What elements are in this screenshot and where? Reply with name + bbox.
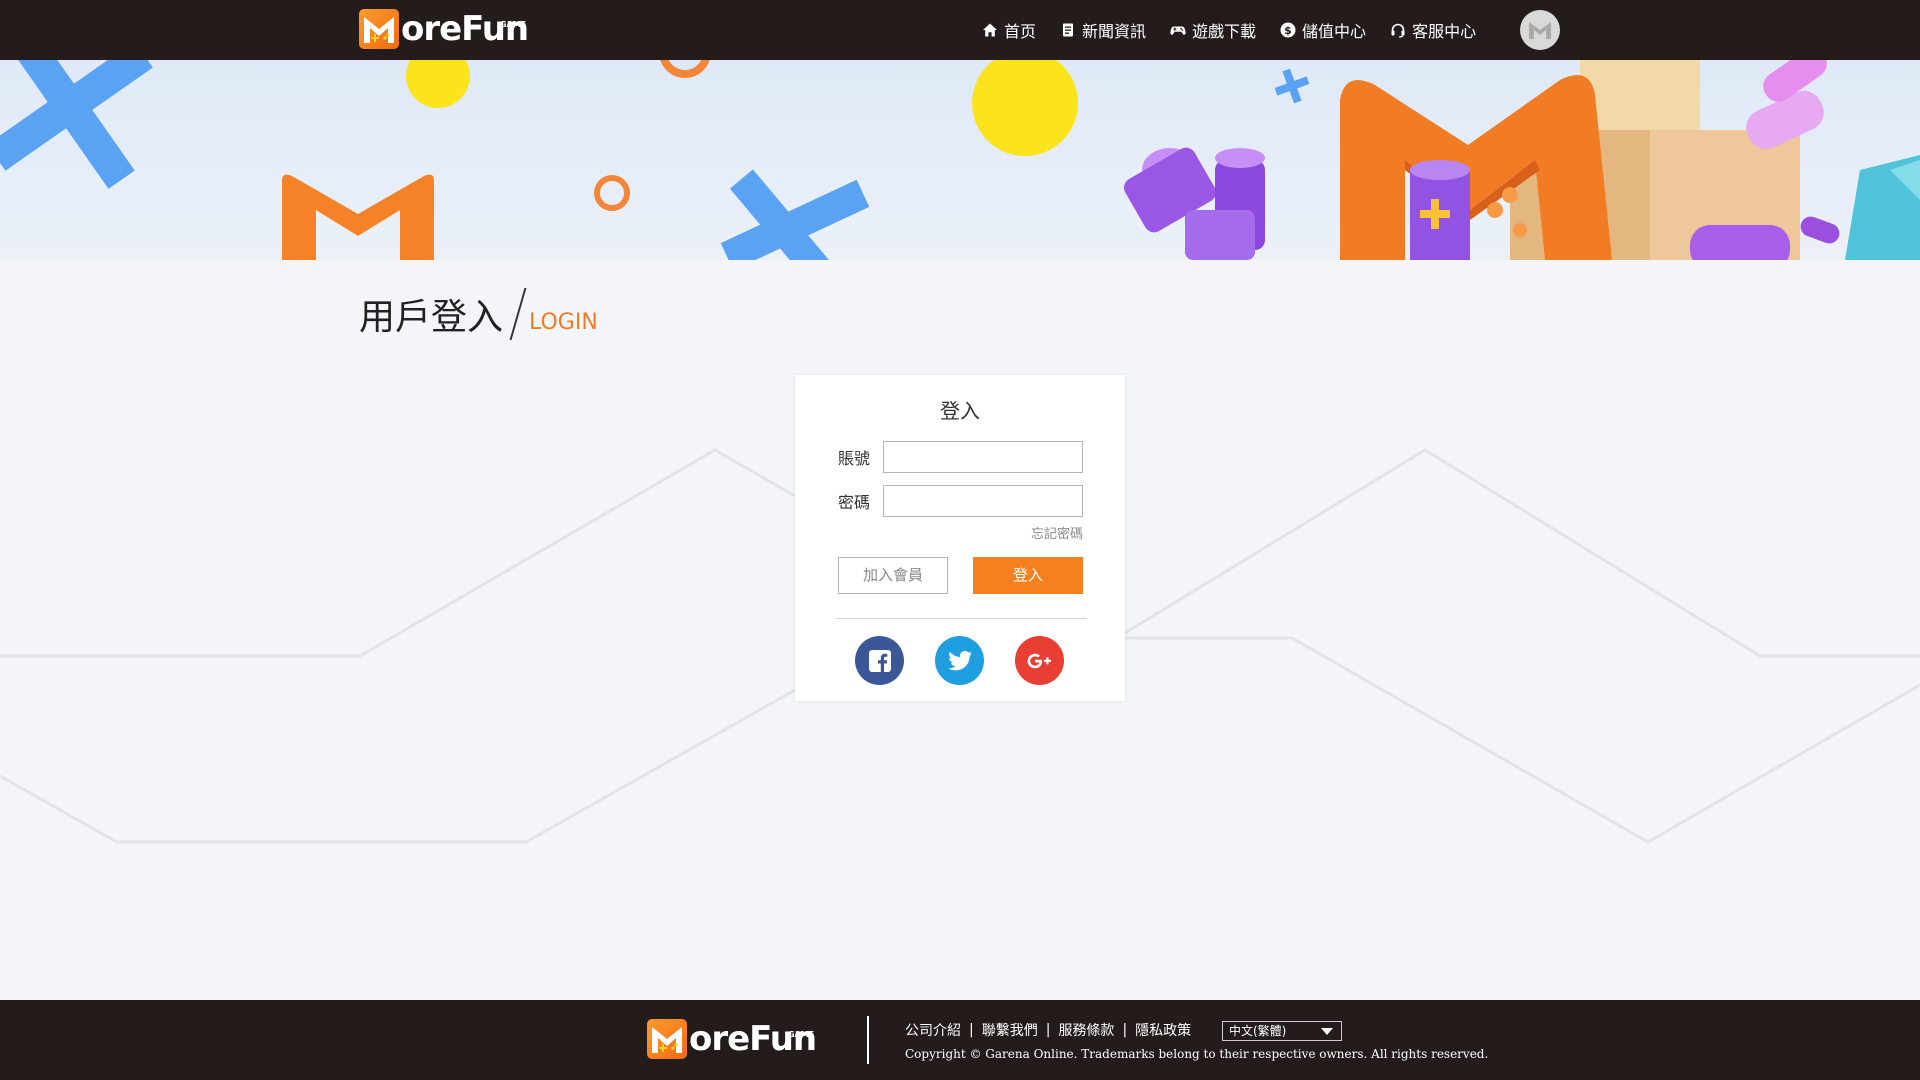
footer-link-divider: | (1122, 1022, 1128, 1038)
nav-news[interactable]: 新聞資訊 (1060, 18, 1146, 42)
page-title: 用戶登入 LOGIN (359, 288, 598, 340)
login-card-title: 登入 (940, 399, 980, 423)
facebook-icon (868, 649, 891, 672)
page-title-zh: 用戶登入 (359, 297, 504, 338)
banner-illustration (0, 60, 1920, 260)
footer-link-divider: | (1045, 1022, 1051, 1038)
footer-link-terms[interactable]: 服務條款 (1058, 1020, 1114, 1040)
nav-top-up[interactable]: $ 儲值中心 (1280, 18, 1366, 42)
nav-support[interactable]: 客服中心 (1390, 18, 1476, 42)
twitter-icon (947, 650, 972, 670)
gamepad-icon (1170, 22, 1186, 38)
chevron-down-icon (1321, 1028, 1333, 1035)
footer-link-privacy[interactable]: 隱私政策 (1135, 1020, 1191, 1040)
main-nav: 首页 新聞資訊 遊戲下載 $ 儲值中心 客服中心 (982, 0, 1500, 60)
language-select[interactable]: 中文(繁體) (1222, 1021, 1342, 1041)
top-header: oreFun GAME 首页 新聞資訊 遊戲下載 $ 儲值中心 客服中心 (0, 0, 1920, 60)
footer-link-divider: | (969, 1022, 974, 1038)
forgot-password-link[interactable]: 忘記密碼 (1031, 523, 1083, 542)
login-card: 登入 賬號 密碼 忘記密碼 加入會員 登入 (795, 375, 1125, 701)
morefun-logo[interactable]: oreFun GAME (359, 8, 529, 50)
login-button[interactable]: 登入 (973, 557, 1083, 594)
nav-home[interactable]: 首页 (982, 18, 1036, 42)
avatar-logo-icon (1529, 22, 1551, 39)
footer-link-about[interactable]: 公司介紹 (905, 1020, 961, 1040)
headset-icon (1390, 22, 1406, 38)
footer-link-contact[interactable]: 聯繫我們 (982, 1020, 1038, 1040)
google-plus-icon (1027, 653, 1051, 668)
language-select-value: 中文(繁體) (1229, 1024, 1287, 1038)
footer-logo[interactable]: oreFun GAME (647, 1019, 817, 1059)
footer-logo-wordmark: oreFun GAME (689, 1019, 817, 1059)
facebook-login-button[interactable] (855, 636, 904, 685)
page-title-en: LOGIN (529, 310, 598, 335)
nav-news-label: 新聞資訊 (1082, 22, 1147, 41)
footer-separator (867, 1016, 869, 1064)
footer: oreFun GAME 公司介紹 | 聯繫我們 | 服務條款 | 隱私政策 中文… (0, 1000, 1920, 1080)
logo-game-label: GAME (499, 20, 527, 29)
card-divider (836, 618, 1086, 619)
footer-logo-game-label: GAME (787, 1030, 815, 1039)
join-member-button[interactable]: 加入會員 (838, 557, 948, 594)
title-divider (509, 288, 527, 340)
user-avatar[interactable] (1520, 10, 1560, 50)
password-input[interactable] (883, 485, 1083, 517)
account-label: 賬號 (838, 449, 871, 468)
google-plus-login-button[interactable] (1015, 636, 1064, 685)
footer-links: 公司介紹 | 聯繫我們 | 服務條款 | 隱私政策 (905, 1020, 1191, 1040)
hero-banner (0, 60, 1920, 260)
footer-logo-m-icon (647, 1019, 687, 1059)
nav-support-label: 客服中心 (1412, 22, 1477, 41)
logo-wordmark: oreFun GAME (401, 9, 529, 49)
nav-top-up-label: 儲值中心 (1302, 22, 1367, 41)
twitter-login-button[interactable] (935, 636, 984, 685)
nav-game-download[interactable]: 遊戲下載 (1170, 18, 1256, 42)
document-icon (1060, 22, 1076, 38)
copyright-text: Copyright © Garena Online. Trademarks be… (905, 1047, 1489, 1061)
password-label: 密碼 (838, 493, 871, 512)
nav-game-download-label: 遊戲下載 (1192, 22, 1257, 41)
logo-m-icon (359, 9, 399, 49)
account-input[interactable] (883, 441, 1083, 473)
home-icon (982, 22, 998, 38)
svg-text:$: $ (1284, 24, 1292, 37)
nav-home-label: 首页 (1004, 22, 1037, 41)
dollar-icon: $ (1280, 22, 1296, 38)
